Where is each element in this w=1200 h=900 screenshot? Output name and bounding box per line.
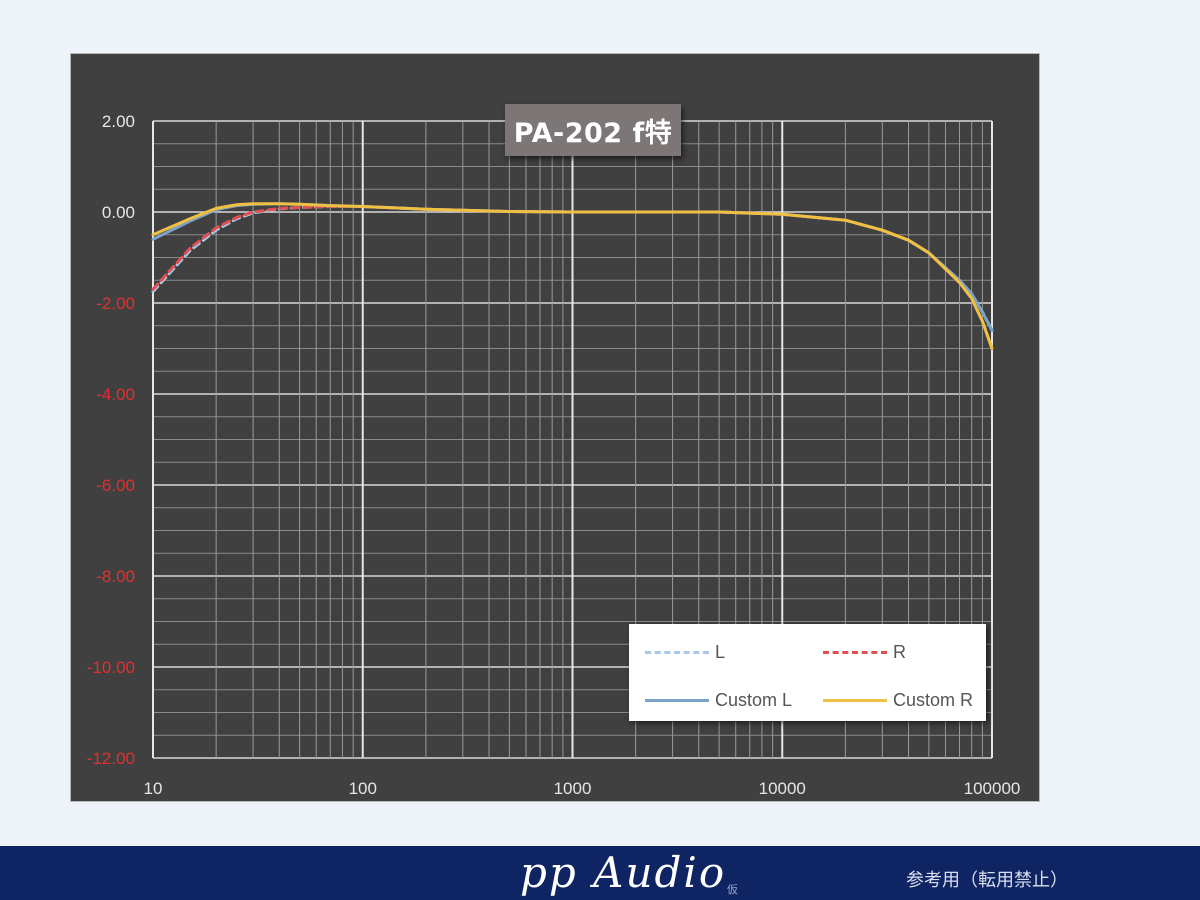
brand-logo: pp Audio [520,848,727,897]
legend-item-r: R [823,642,906,663]
chart-legend: L R Custom L Custom R [629,624,986,721]
chart-title: PA-202 f特 [505,104,681,156]
legend-item-custom-l: Custom L [645,690,792,711]
x-tick-label: 10 [144,779,163,798]
legend-item-custom-r: Custom R [823,690,973,711]
brand-subtext: 仮 [727,883,738,896]
legend-swatch-l [645,651,709,654]
legend-label-l: L [715,642,726,662]
y-tick-label: -2.00 [96,294,135,313]
chart-panel: 2.00 0.00 -2.00 -4.00 -6.00 -8.00 -10.00 -12.00… [70,53,1040,802]
y-tick-label: 2.00 [102,112,135,131]
usage-notice: 参考用（転用禁止） [906,870,1068,891]
x-tick-label: 1000 [554,779,592,798]
y-tick-label: 0.00 [102,203,135,222]
legend-swatch-custom-r [823,699,887,702]
legend-item-l: L [645,642,725,663]
y-tick-label: -8.00 [96,567,135,586]
footer-bar: pp Audio 仮 参考用（転用禁止） [0,846,1200,900]
y-tick-label: -12.00 [87,749,135,768]
legend-swatch-custom-l [645,699,709,702]
x-tick-label: 100 [349,779,377,798]
y-tick-label: -10.00 [87,658,135,677]
y-tick-label: -6.00 [96,476,135,495]
legend-label-r: R [893,642,906,662]
legend-label-custom-l: Custom L [715,690,793,710]
y-tick-label: -4.00 [96,385,135,404]
x-tick-label: 100000 [964,779,1021,798]
legend-label-custom-r: Custom R [893,690,974,710]
legend-swatch-r [823,651,887,654]
x-tick-label: 10000 [759,779,806,798]
